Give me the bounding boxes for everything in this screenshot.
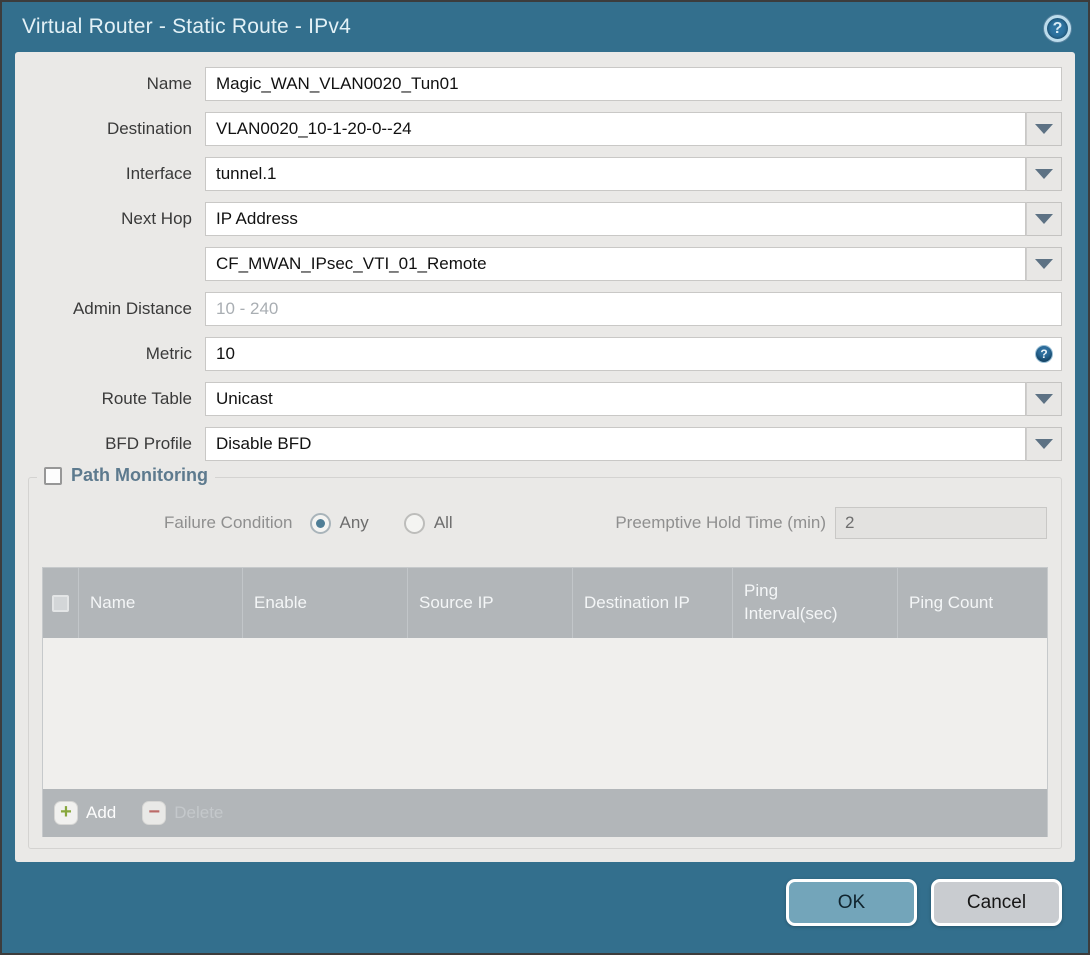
next-hop-type-dropdown-button[interactable] (1026, 202, 1062, 236)
add-button-label: Add (86, 803, 117, 822)
metric-help-icon[interactable]: ? (1035, 345, 1053, 363)
next-hop-address-label (15, 247, 205, 281)
chevron-down-icon (1035, 394, 1053, 404)
metric-input[interactable] (205, 337, 1062, 371)
path-monitoring-group: Path Monitoring Failure Condition Any Al… (28, 465, 1062, 849)
delete-button[interactable]: − Delete (142, 801, 223, 825)
next-hop-address-dropdown-button[interactable] (1026, 247, 1062, 281)
failure-condition-all-radio[interactable]: All (403, 512, 453, 534)
column-header-ping-count: Ping Count (909, 593, 994, 612)
table-footer-bar: + Add − Delete (43, 789, 1047, 837)
chevron-down-icon (1035, 259, 1053, 269)
preemptive-hold-time-label: Preemptive Hold Time (min) (615, 513, 826, 532)
failure-condition-all-label: All (433, 513, 453, 532)
delete-minus-icon: − (142, 801, 167, 825)
next-hop-address-input[interactable] (205, 247, 1026, 281)
path-monitoring-title: Path Monitoring (71, 465, 208, 485)
help-icon[interactable]: ? (1044, 15, 1071, 42)
chevron-down-icon (1035, 214, 1053, 224)
interface-input[interactable] (205, 157, 1026, 191)
chevron-down-icon (1035, 169, 1053, 179)
next-hop-address-row (15, 247, 1075, 281)
radio-selected-icon (309, 512, 331, 534)
column-header-source-ip: Source IP (408, 568, 573, 638)
interface-label: Interface (125, 164, 192, 183)
destination-input[interactable] (205, 112, 1026, 146)
table-header-row: Name Enable Source IP Destination IP Pin… (43, 568, 1047, 638)
preemptive-hold-time-input[interactable] (835, 507, 1047, 539)
delete-button-label: Delete (174, 803, 224, 822)
bfd-profile-dropdown-button[interactable] (1026, 427, 1062, 461)
column-header-destination-ip: Destination IP (573, 568, 733, 638)
select-all-checkbox[interactable] (52, 594, 69, 612)
dialog-body: Name Destination Interface Next Hop (15, 52, 1075, 862)
cancel-button[interactable]: Cancel (931, 879, 1062, 926)
bfd-profile-input[interactable] (205, 427, 1026, 461)
admin-distance-label: Admin Distance (72, 299, 192, 318)
bfd-profile-label: BFD Profile (105, 434, 192, 453)
add-plus-icon: + (54, 801, 78, 825)
select-all-header-cell (43, 568, 79, 638)
destination-row: Destination (15, 112, 1075, 146)
failure-condition-any-label: Any (339, 513, 369, 532)
dialog-title: Virtual Router - Static Route - IPv4 (22, 15, 351, 38)
destination-label: Destination (106, 119, 192, 138)
column-header-name: Name (79, 568, 243, 638)
next-hop-label: Next Hop (121, 209, 192, 228)
admin-distance-input[interactable] (205, 292, 1062, 326)
chevron-down-icon (1035, 124, 1053, 134)
metric-label: Metric (145, 344, 192, 363)
route-table-dropdown-button[interactable] (1026, 382, 1062, 416)
next-hop-type-input[interactable] (205, 202, 1026, 236)
route-table-label: Route Table (101, 389, 192, 408)
route-table-row: Route Table (15, 382, 1075, 416)
next-hop-row: Next Hop (15, 202, 1075, 236)
ok-button[interactable]: OK (786, 879, 917, 926)
failure-condition-label: Failure Condition (164, 513, 293, 532)
failure-condition-any-radio[interactable]: Any (309, 512, 369, 534)
radio-unselected-icon (403, 512, 425, 534)
column-header-ping-interval: Ping Interval(sec) (733, 568, 898, 638)
name-input[interactable] (205, 67, 1062, 101)
add-button[interactable]: + Add (54, 801, 116, 825)
static-route-dialog: Virtual Router - Static Route - IPv4 ? N… (0, 0, 1090, 955)
interface-dropdown-button[interactable] (1026, 157, 1062, 191)
table-body-empty (43, 638, 1047, 789)
path-monitoring-legend: Path Monitoring (37, 465, 215, 486)
path-monitoring-checkbox[interactable] (44, 466, 62, 485)
metric-row: Metric ? (15, 337, 1075, 371)
name-label: Name (146, 74, 192, 93)
column-header-enable: Enable (243, 568, 408, 638)
dialog-button-bar: OK Cancel (786, 879, 1062, 926)
route-table-input[interactable] (205, 382, 1026, 416)
failure-condition-row: Failure Condition Any All Preemptive Hol… (29, 506, 1061, 540)
interface-row: Interface (15, 157, 1075, 191)
name-row: Name (15, 67, 1075, 101)
title-bar: Virtual Router - Static Route - IPv4 ? (2, 2, 1088, 52)
chevron-down-icon (1035, 439, 1053, 449)
admin-distance-row: Admin Distance (15, 292, 1075, 326)
bfd-profile-row: BFD Profile (15, 427, 1075, 461)
destination-dropdown-button[interactable] (1026, 112, 1062, 146)
path-monitoring-table: Name Enable Source IP Destination IP Pin… (42, 567, 1048, 837)
